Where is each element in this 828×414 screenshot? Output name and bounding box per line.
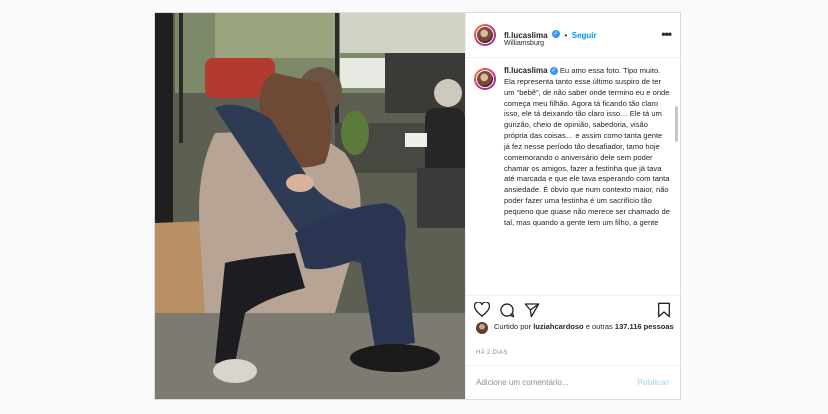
comment-bar: Adicione um comentário... Publicar [466,365,681,400]
post-header: fl.lucaslima ✓ • Seguir Williamsburg ••• [466,13,681,58]
comment-input[interactable]: Adicione um comentário... [476,378,569,387]
follow-button[interactable]: Seguir [572,31,597,40]
caption-username[interactable]: fl.lucaslima [504,66,548,75]
likes-suffix: e outras [583,322,615,331]
likes-text: Curtido por luziahcardoso e outras 137.1… [494,321,674,332]
instagram-post: fl.lucaslima ✓ • Seguir Williamsburg •••… [154,12,681,400]
caption-author-avatar[interactable] [474,68,496,90]
caption-scrollbar[interactable] [675,106,678,142]
caption-text: fl.lucaslima ✓ Eu amo essa foto. Tipo mu… [504,66,670,229]
caption-body: Eu amo essa foto. Tipo muito. Ela repres… [504,66,670,227]
share-icon[interactable] [524,302,540,318]
post-location[interactable]: Williamsburg [504,40,544,47]
likes-prefix: Curtido por [494,322,534,331]
heart-icon[interactable] [474,302,490,317]
caption-verified-badge-icon: ✓ [549,67,558,75]
author-username[interactable]: fl.lucaslima [504,31,548,40]
liker-username[interactable]: luziahcardoso [533,322,583,331]
publish-button[interactable]: Publicar [637,378,669,387]
separator-dot: • [564,31,568,40]
bookmark-icon[interactable] [657,302,671,318]
likes-section: Curtido por luziahcardoso e outras 137.1… [466,319,681,349]
liker-avatar[interactable] [476,322,488,334]
more-options-icon[interactable]: ••• [661,27,672,41]
post-photo[interactable] [155,13,465,399]
post-side-panel: fl.lucaslima ✓ • Seguir Williamsburg •••… [465,13,681,399]
likes-count[interactable]: 137.116 pessoas [615,322,674,331]
post-timestamp[interactable]: HÁ 2 DIAS [476,350,508,356]
comment-icon[interactable] [499,302,515,318]
caption-area: fl.lucaslima ✓ Eu amo essa foto. Tipo mu… [466,58,681,295]
photo-illustration [155,13,465,399]
author-avatar[interactable] [474,24,496,46]
verified-badge-icon: ✓ [552,29,561,38]
